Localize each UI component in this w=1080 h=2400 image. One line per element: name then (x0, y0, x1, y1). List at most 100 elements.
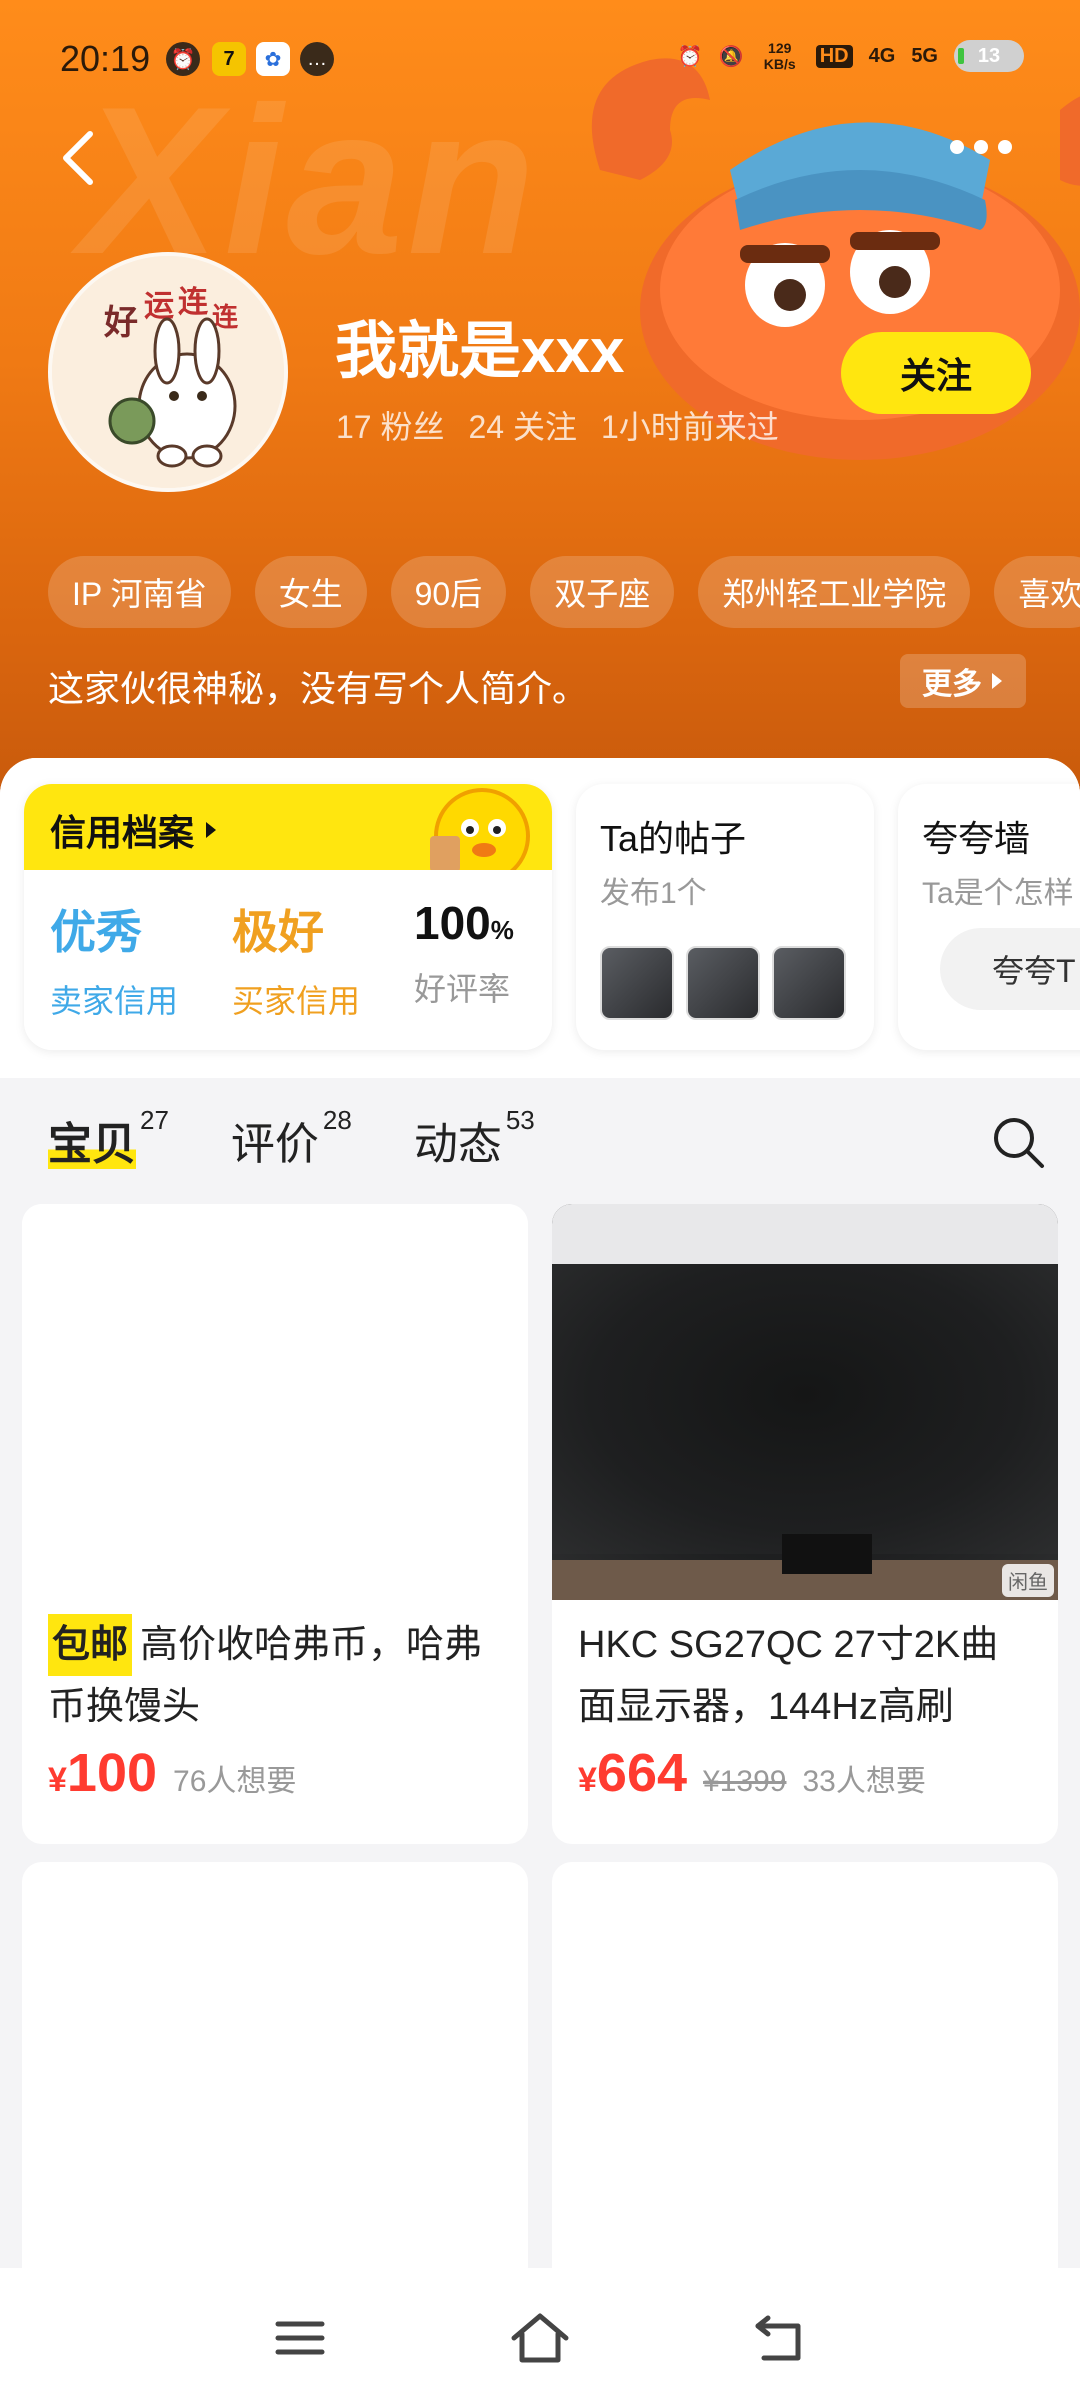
price-row: ¥664 ¥1399 33人想要 (552, 1742, 1058, 1804)
status-time: 20:19 (60, 38, 151, 79)
credit-profile-card[interactable]: 信用档案 优秀 卖家信用 极好 买家信用 100% 好评率 (24, 784, 552, 1050)
item-title: HKC SG27QC 27寸2K曲面显示器，144Hz高刷 (578, 1624, 999, 1728)
watermark-tag: 闲鱼 (1002, 1564, 1054, 1597)
monitor-screen (552, 1264, 1058, 1554)
battery-level: 13 (977, 44, 1001, 67)
price-value: 664 (596, 1743, 688, 1803)
post-thumbnail (772, 946, 846, 1020)
back-nav-icon[interactable] (750, 2308, 810, 2368)
followers-count[interactable]: 17 粉丝 (336, 402, 445, 448)
message-icon: … (300, 42, 334, 76)
menu-icon[interactable] (270, 2308, 330, 2368)
buyer-credit-label: 买家信用 (232, 983, 361, 1019)
free-shipping-badge: 包邮 (48, 1614, 133, 1676)
more-label: 更多 (922, 668, 982, 701)
buyer-credit-value: 极好 (232, 906, 324, 958)
tab-items[interactable]: 宝贝 27 (48, 1105, 169, 1172)
posts-subtitle: 发布1个 (600, 877, 707, 910)
tag-ip: IP 河南省 (48, 556, 231, 628)
item-card-monitor[interactable]: 闲鱼 HKC SG27QC 27寸2K曲面显示器，144Hz高刷 ¥664 ¥1… (552, 1204, 1058, 1844)
profile-tags: IP 河南省 女生 90后 双子座 郑州轻工业学院 喜欢 (48, 556, 1080, 628)
avatar[interactable]: 好 运 连 连 (48, 252, 288, 492)
seller-credit-label: 卖家信用 (50, 983, 179, 1019)
status-bar: 20:19 ⏰ 7 ✿ … ⏰ 🔕 129 KB/s HD 4G 5G 13 (0, 30, 1080, 90)
signal-4g: 4G (868, 44, 896, 67)
more-profile-button[interactable]: 更多 (900, 654, 1026, 708)
hd-icon: HD (815, 44, 853, 68)
home-icon[interactable] (510, 2308, 570, 2368)
username: 我就是xxx (335, 317, 625, 386)
item-card-hauff[interactable]: 包邮 高价收哈弗币，哈弗币换馒头 ¥100 76人想要 (22, 1204, 528, 1844)
credit-title-label: 信用档案 (50, 812, 195, 853)
last-seen: 1小时前来过 (601, 409, 779, 445)
tag-gender: 女生 (254, 556, 367, 628)
profile-content-sheet: 信用档案 优秀 卖家信用 极好 买家信用 100% 好评率 Ta的帖子 发布1个 (0, 758, 1080, 2268)
praise-subtitle: Ta是个怎样 (922, 877, 1074, 910)
alarm-icon: ⏰ (166, 42, 200, 76)
original-price: ¥1399 (703, 1765, 787, 1798)
following-count[interactable]: 24 关注 (469, 402, 578, 448)
want-count: 76人想要 (173, 1765, 297, 1798)
profile-stats: 17 粉丝 24 关注 1小时前来过 (336, 402, 779, 448)
posts-title: Ta的帖子 (600, 818, 747, 859)
post-thumbnail (686, 946, 760, 1020)
bunny-avatar-illustration: 好 运 连 连 (52, 256, 284, 488)
content-tabs: 宝贝 27 评价 28 动态 53 (48, 1105, 535, 1172)
posts-thumbnails (600, 946, 846, 1020)
tag-school: 郑州轻工业学院 (698, 556, 971, 628)
posts-card[interactable]: Ta的帖子 发布1个 (576, 784, 874, 1050)
profile-header: Xian 20:19 ⏰ 7 ✿ … ⏰ 🔕 129 KB/s HD 4G 5G… (0, 0, 1080, 800)
caret-right-icon (992, 673, 1002, 689)
status-right-icons: ⏰ 🔕 129 KB/s HD 4G 5G 13 (678, 40, 1024, 72)
currency-symbol: ¥ (578, 1761, 597, 1799)
price-row: ¥100 76人想要 (22, 1742, 528, 1804)
tab-items-label: 宝贝 (48, 1120, 136, 1169)
dot-icon (974, 140, 988, 154)
tab-activity-label: 动态 (413, 1120, 502, 1169)
system-navigation-bar (0, 2268, 1080, 2400)
wall (552, 1204, 1058, 1264)
seller-credit: 优秀 卖家信用 (50, 896, 178, 1022)
item-title: 包邮 高价收哈弗币，哈弗币换馒头 (22, 1614, 528, 1738)
praise-button[interactable]: 夸夸T (940, 928, 1080, 1010)
tab-reviews[interactable]: 评价 28 (230, 1105, 352, 1172)
currency-symbol: ¥ (48, 1761, 67, 1799)
tab-reviews-count: 28 (322, 1105, 352, 1136)
back-button[interactable] (54, 128, 104, 188)
net-speed: 129 KB/s (763, 40, 796, 72)
want-count: 33人想要 (802, 1765, 926, 1798)
positive-rate-unit: % (490, 915, 514, 945)
tab-activity[interactable]: 动态 53 (413, 1105, 535, 1172)
positive-rate-value: 100 (414, 897, 491, 949)
praise-title: 夸夸墙 (922, 818, 1031, 859)
item-card-placeholder[interactable] (552, 1862, 1058, 2268)
item-price: ¥664 (578, 1742, 687, 1804)
tab-activity-count: 53 (505, 1105, 535, 1136)
follow-button[interactable]: 关注 (841, 332, 1031, 414)
bio-text: 这家伙很神秘，没有写个人简介。 (48, 668, 589, 709)
dot-icon (950, 140, 964, 154)
tag-age: 90后 (390, 556, 507, 628)
item-photo: 闲鱼 (552, 1204, 1058, 1600)
credit-title: 信用档案 (50, 804, 218, 856)
tab-reviews-label: 评价 (230, 1120, 319, 1169)
caret-right-icon (206, 822, 217, 838)
dot-icon (998, 140, 1012, 154)
mute-icon: 🔕 (718, 45, 744, 68)
post-thumbnail (600, 946, 674, 1020)
seller-credit-value: 优秀 (50, 906, 142, 958)
positive-rate: 100% 好评率 (414, 896, 514, 1010)
item-price: ¥100 (48, 1742, 157, 1804)
tab-items-count: 27 (140, 1105, 169, 1136)
app-notification-icon: 7 (212, 42, 246, 76)
search-icon[interactable] (990, 1114, 1046, 1170)
item-card-placeholder[interactable] (22, 1862, 528, 2268)
monitor-stand (782, 1534, 872, 1574)
more-options-button[interactable] (950, 140, 1030, 154)
buyer-credit: 极好 买家信用 (232, 896, 360, 1022)
praise-wall-card[interactable]: 夸夸墙 Ta是个怎样 夸夸T (898, 784, 1080, 1050)
positive-rate-label: 好评率 (414, 971, 511, 1007)
tag-hobby: 喜欢 (994, 556, 1080, 628)
price-value: 100 (66, 1743, 158, 1803)
signal-5g: 5G (911, 44, 938, 67)
